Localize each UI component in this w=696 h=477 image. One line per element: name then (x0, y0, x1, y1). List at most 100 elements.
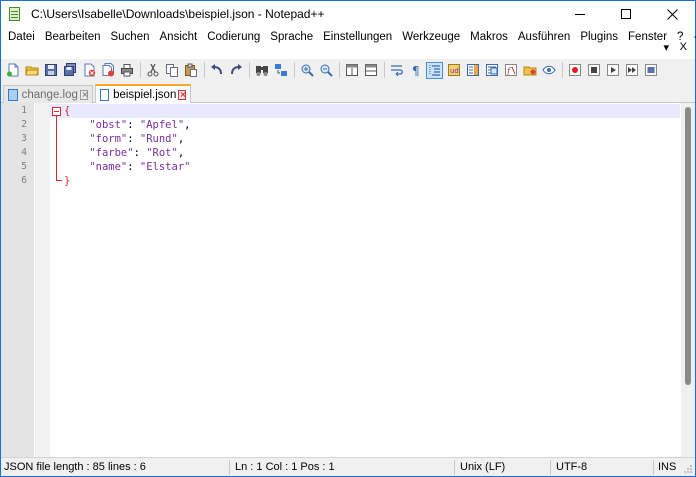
menu-makros[interactable]: Makros (465, 27, 513, 47)
menu-suchen[interactable]: Suchen (105, 27, 154, 47)
replace-button[interactable] (272, 62, 289, 79)
doc-map-button[interactable] (464, 62, 481, 79)
zoom-in-button[interactable] (298, 62, 315, 79)
sync-vertical-button[interactable] (343, 62, 360, 79)
monitoring-button[interactable] (540, 62, 557, 79)
code-line[interactable]: "form": "Rund", (64, 132, 184, 146)
indent-guide-button[interactable] (426, 61, 443, 79)
play-macro-icon (606, 64, 619, 76)
menu-codierung[interactable]: Codierung (202, 27, 265, 47)
stop-macro-button[interactable] (585, 62, 602, 79)
code-line[interactable]: "obst": "Apfel", (64, 118, 190, 132)
status-eol[interactable]: Unix (LF) (460, 458, 505, 477)
close-window-button[interactable] (649, 1, 695, 27)
resize-grip-icon[interactable] (683, 464, 693, 474)
minimize-icon (575, 13, 585, 15)
close-doc-x-button[interactable]: X (680, 41, 687, 53)
json-punctuation: , (177, 147, 185, 159)
menu-plugins[interactable]: Plugins (575, 27, 623, 47)
status-insert-mode[interactable]: INS (658, 458, 676, 477)
function-list-button[interactable] (483, 62, 500, 79)
function-list-fx-button[interactable]: f (502, 62, 519, 79)
copy-button[interactable] (163, 62, 180, 79)
find-icon (255, 66, 268, 76)
add-new-tab-button[interactable]: + (688, 27, 696, 47)
scrollbar-thumb[interactable] (685, 107, 691, 385)
undo-icon (210, 64, 222, 75)
stop-macro-icon (587, 64, 600, 76)
vertical-scrollbar[interactable] (681, 103, 695, 457)
word-wrap-button[interactable] (388, 62, 405, 79)
paste-button[interactable] (182, 62, 199, 79)
folder-workspace-icon (523, 66, 536, 76)
close-all-button[interactable] (99, 62, 116, 79)
sync-horizontal-icon (364, 64, 377, 76)
menu-ausfuehren[interactable]: Ausführen (513, 27, 575, 47)
save-button[interactable] (42, 62, 59, 79)
tab-label: change.log (21, 88, 78, 101)
line-number: 4 (21, 147, 27, 158)
line-number: 3 (21, 133, 27, 144)
notepad-plus-plus-icon (7, 6, 23, 22)
run-macro-multiple-button[interactable] (623, 62, 640, 79)
record-macro-icon (568, 64, 581, 76)
menu-datei[interactable]: Datei (3, 27, 40, 47)
folder-workspace-button[interactable] (521, 62, 538, 79)
title-bar: C:\Users\Isabelle\Downloads\beispiel.jso… (1, 1, 695, 27)
save-macro-button[interactable] (642, 62, 659, 79)
maximize-button[interactable] (603, 1, 649, 27)
menu-bearbeiten[interactable]: Bearbeiten (40, 27, 106, 47)
find-button[interactable] (253, 62, 270, 79)
status-encoding[interactable]: UTF-8 (556, 458, 587, 477)
code-line[interactable]: { (64, 104, 70, 118)
json-punctuation: , (177, 133, 185, 145)
editor[interactable]: 1 2 3 4 5 6 { "obst": "Apfel", "form": "… (1, 103, 695, 457)
maximize-icon (621, 9, 631, 19)
json-punctuation: : (127, 119, 140, 131)
tab-change-log[interactable]: change.log (3, 85, 93, 103)
fold-range-end (56, 180, 62, 181)
new-file-button[interactable] (4, 62, 21, 79)
menu-sprache[interactable]: Sprache (265, 27, 318, 47)
udl-button[interactable]: ud (445, 62, 462, 79)
cut-icon (147, 63, 158, 77)
sync-horizontal-button[interactable] (362, 62, 379, 79)
menu-ansicht[interactable]: Ansicht (155, 27, 203, 47)
status-divider (653, 460, 654, 475)
open-file-button[interactable] (23, 62, 40, 79)
code-line[interactable]: "name": "Elstar" (64, 160, 190, 174)
minimize-button[interactable] (557, 1, 603, 27)
record-macro-button[interactable] (566, 62, 583, 79)
fold-collapse-icon[interactable] (52, 107, 61, 116)
code-line[interactable]: } (64, 174, 70, 188)
cut-button[interactable] (144, 62, 161, 79)
json-key: "obst" (89, 119, 128, 131)
show-all-chars-icon: ¶ (412, 64, 420, 77)
show-all-chars-button[interactable]: ¶ (407, 62, 424, 79)
save-all-button[interactable] (61, 62, 78, 79)
toolbar-separator (140, 62, 141, 78)
udl-icon: ud (447, 64, 460, 76)
close-icon (666, 8, 678, 20)
file-saved-icon (8, 88, 18, 101)
tab-close-icon[interactable] (178, 89, 186, 100)
open-file-icon (24, 66, 39, 76)
tab-close-icon[interactable] (79, 89, 88, 100)
json-key: "name" (89, 161, 128, 173)
redo-button[interactable] (227, 62, 244, 79)
sync-vertical-icon (345, 64, 358, 76)
tab-beispiel-json[interactable]: beispiel.json (95, 84, 191, 103)
menu-einstellungen[interactable]: Einstellungen (318, 27, 397, 47)
print-button[interactable] (118, 62, 135, 79)
menu-werkzeuge[interactable]: Werkzeuge (397, 27, 465, 47)
close-file-button[interactable] (80, 62, 97, 79)
tab-list-chevron-icon[interactable]: ▾ (663, 41, 669, 54)
status-divider (454, 460, 455, 475)
status-divider (229, 460, 230, 475)
undo-button[interactable] (208, 62, 225, 79)
zoom-out-button[interactable] (317, 62, 334, 79)
play-macro-button[interactable] (604, 62, 621, 79)
code-line[interactable]: "farbe": "Rot", (64, 146, 184, 160)
